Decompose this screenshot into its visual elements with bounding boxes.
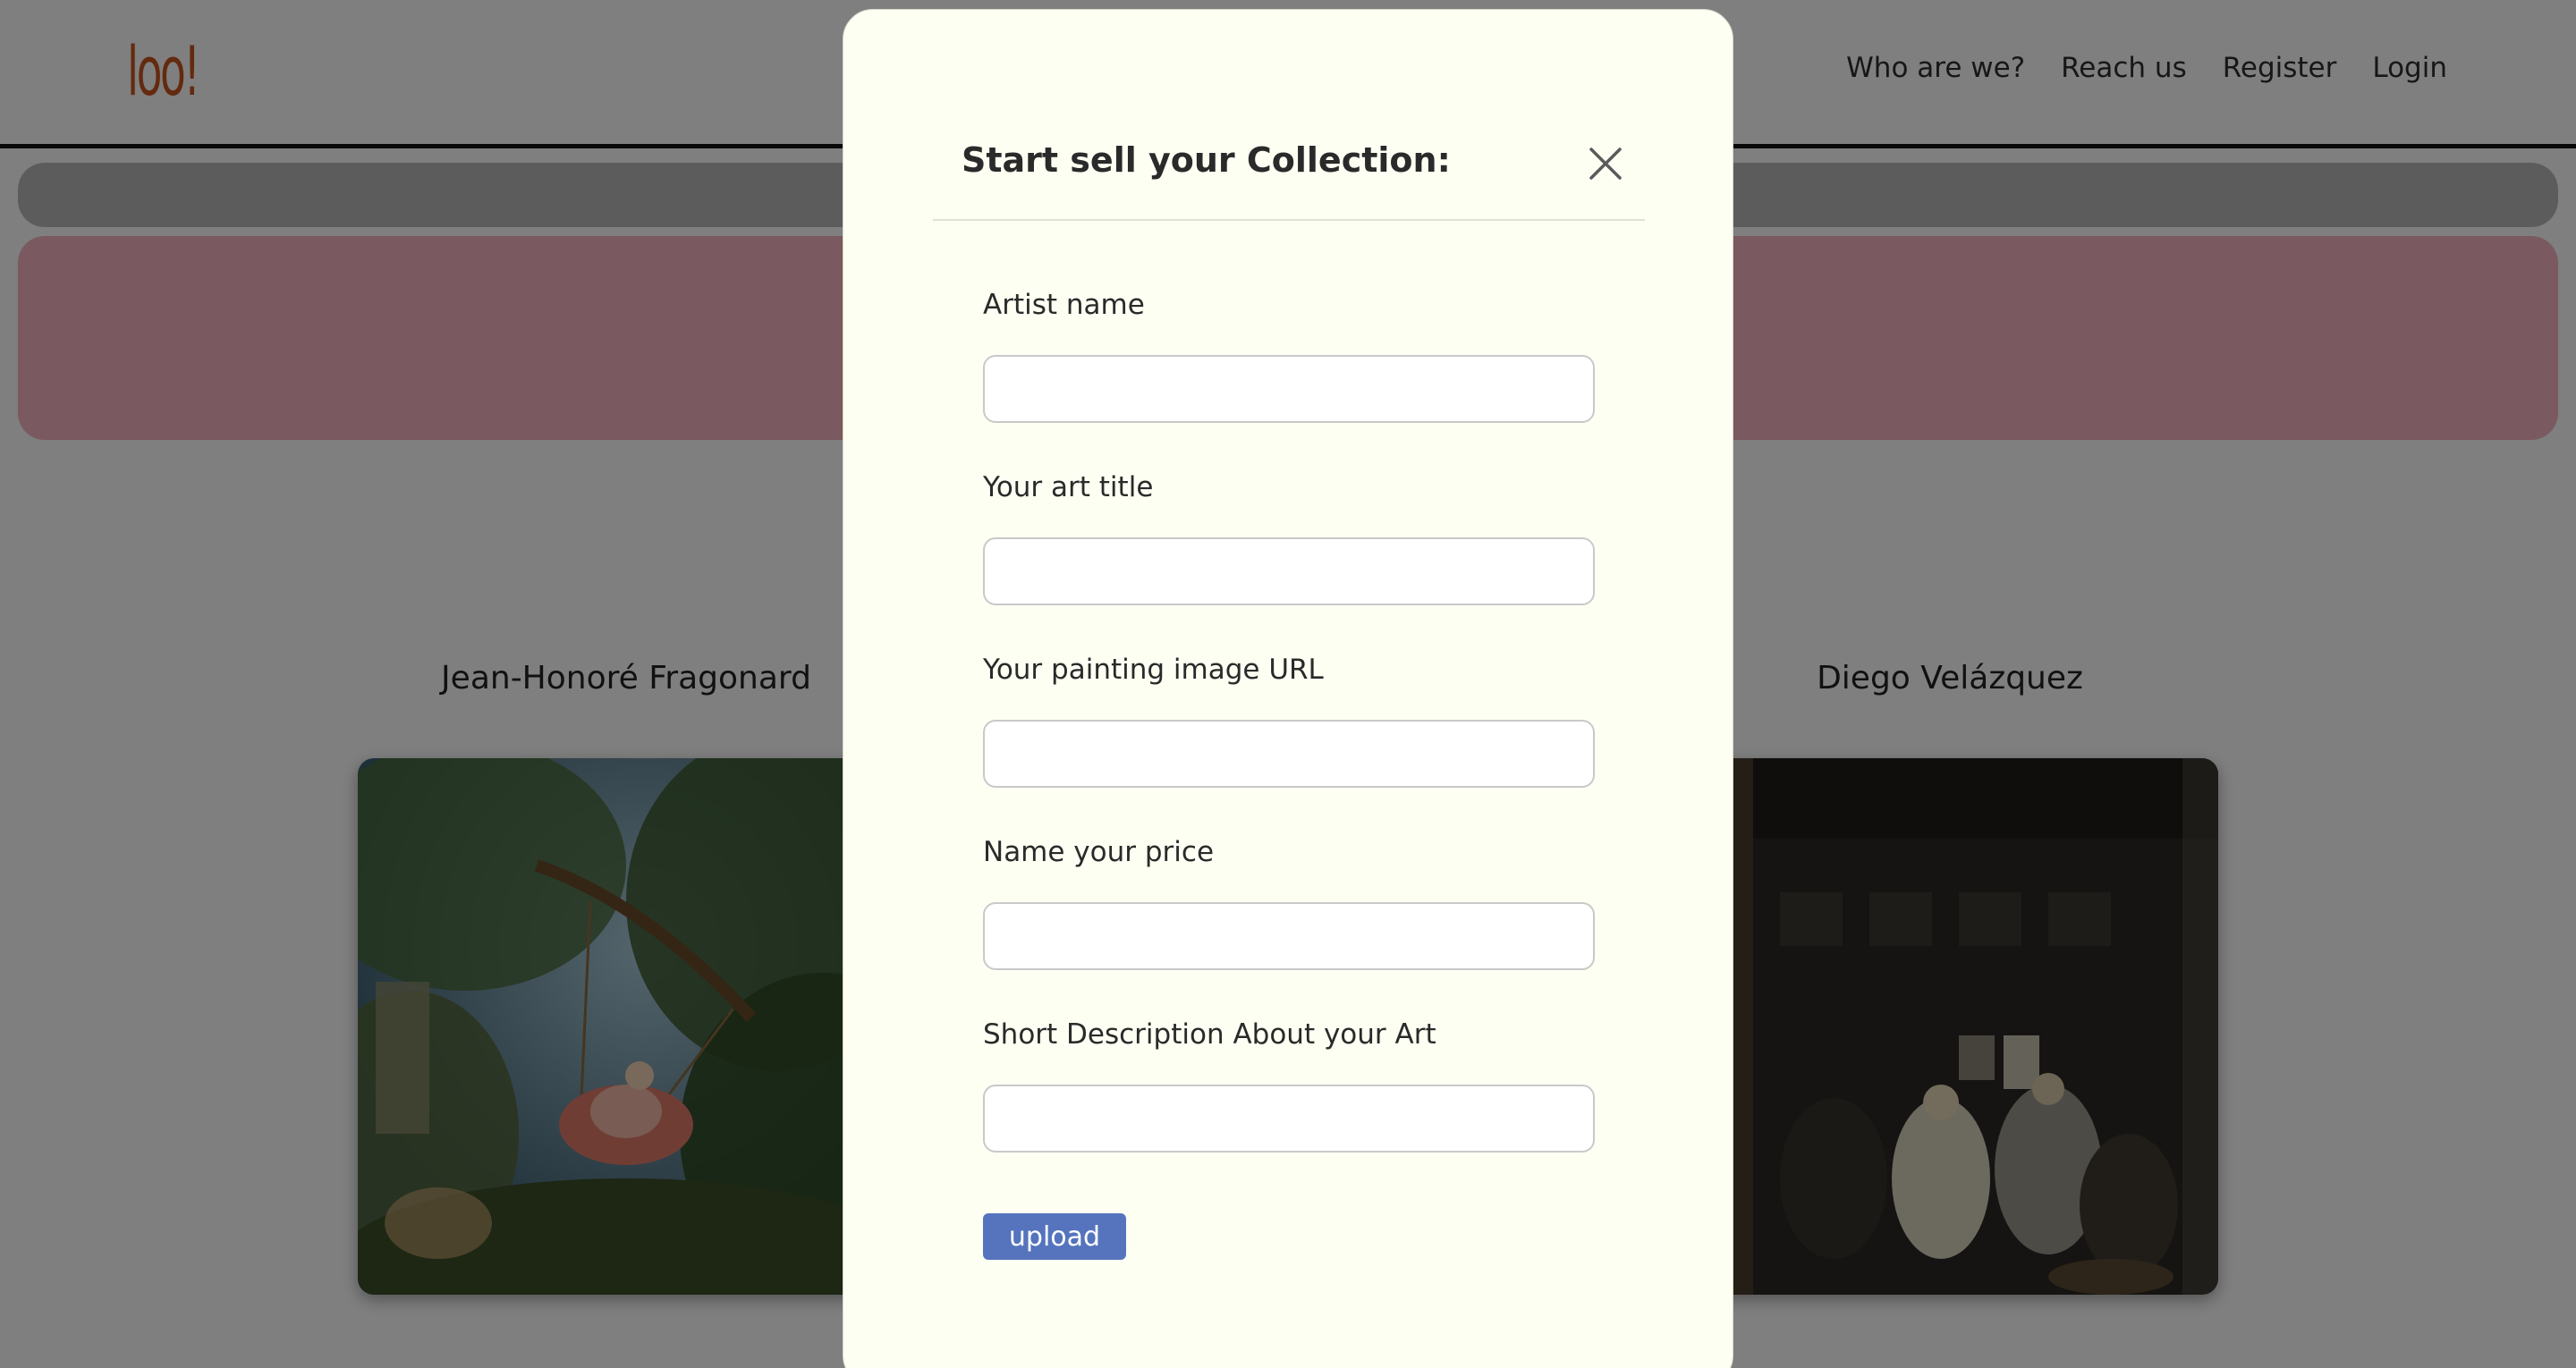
artist-name-input[interactable] [983, 355, 1595, 423]
painting-url-input[interactable] [983, 720, 1595, 788]
sell-collection-modal: Start sell your Collection: Artist name … [843, 9, 1733, 1368]
modal-title: Start sell your Collection: [962, 140, 1451, 180]
close-icon [1589, 148, 1622, 180]
close-button[interactable] [1582, 140, 1629, 187]
artist-name-label: Artist name [983, 289, 1145, 321]
art-title-input[interactable] [983, 537, 1595, 605]
art-title-label: Your art title [983, 471, 1154, 503]
modal-header: Start sell your Collection: [933, 108, 1645, 221]
price-input[interactable] [983, 902, 1595, 970]
painting-url-label: Your painting image URL [983, 654, 1324, 686]
upload-button[interactable]: upload [983, 1213, 1126, 1260]
description-label: Short Description About your Art [983, 1018, 1436, 1051]
price-label: Name your price [983, 836, 1215, 868]
description-input[interactable] [983, 1085, 1595, 1153]
